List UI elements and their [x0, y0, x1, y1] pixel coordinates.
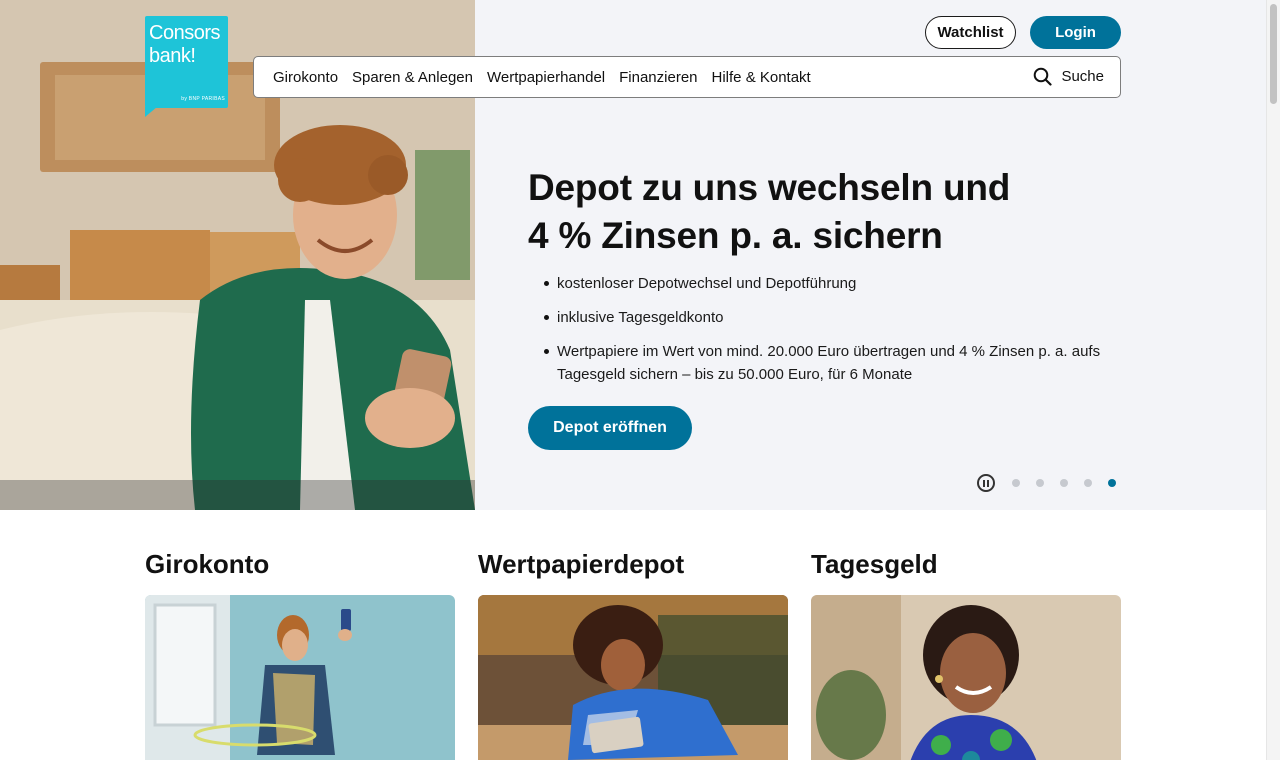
carousel-dot[interactable] — [1084, 479, 1092, 487]
carousel-dot[interactable] — [1036, 479, 1044, 487]
card-photo[interactable] — [811, 595, 1121, 760]
brand-logo[interactable]: Consors bank! by BNP PARIBAS — [145, 16, 228, 117]
hero-title-line-1: Depot zu uns wechseln und — [528, 167, 1011, 208]
nav-item-wertpapierhandel[interactable]: Wertpapierhandel — [487, 69, 605, 86]
search-icon — [1034, 67, 1053, 86]
card-illustration — [478, 595, 788, 760]
search-button[interactable]: Suche — [1033, 67, 1104, 86]
nav-item-finanzieren[interactable]: Finanzieren — [619, 69, 697, 86]
logo-line-1: Consors — [149, 22, 220, 44]
carousel-dot[interactable] — [1060, 479, 1068, 487]
logo-tagline: by BNP PARIBAS — [181, 96, 225, 102]
login-button[interactable]: Login — [1030, 16, 1121, 49]
nav-item-girokonto[interactable]: Girokonto — [273, 69, 338, 86]
carousel-controls — [977, 474, 1124, 492]
search-label: Suche — [1061, 68, 1104, 85]
main-navigation: Girokonto Sparen & Anlegen Wertpapierhan… — [253, 56, 1121, 98]
card-title: Wertpapierdepot — [478, 549, 685, 579]
card-title: Tagesgeld — [811, 549, 938, 579]
hero-benefits-list: kostenloser Depotwechsel und Depotführun… — [541, 272, 1111, 397]
card-photo[interactable] — [145, 595, 455, 760]
scrollbar-thumb[interactable] — [1270, 4, 1277, 104]
logo-line-2: bank! — [149, 45, 196, 67]
product-card-tagesgeld: Tagesgeld — [811, 548, 1121, 760]
hero-benefit: inklusive Tagesgeldkonto — [541, 306, 1111, 329]
product-card-girokonto: Girokonto — [145, 548, 455, 760]
hero-title: Depot zu uns wechseln und 4 % Zinsen p. … — [528, 164, 1088, 260]
product-card-wertpapierdepot: Wertpapierdepot — [478, 548, 788, 760]
page-scrollbar[interactable] — [1266, 0, 1280, 760]
carousel-dot-active[interactable] — [1108, 479, 1116, 487]
nav-item-sparen-anlegen[interactable]: Sparen & Anlegen — [352, 69, 473, 86]
card-title: Girokonto — [145, 549, 270, 579]
open-depot-button[interactable]: Depot eröffnen — [528, 406, 692, 450]
card-illustration — [811, 595, 1121, 760]
hero-banner: Consors bank! by BNP PARIBAS Watchlist L… — [0, 0, 1266, 510]
pause-icon[interactable] — [977, 474, 995, 492]
hero-benefit: kostenloser Depotwechsel und Depotführun… — [541, 272, 1111, 295]
hero-benefit: Wertpapiere im Wert von mind. 20.000 Eur… — [541, 340, 1111, 386]
carousel-dot[interactable] — [1012, 479, 1020, 487]
hero-title-line-2: 4 % Zinsen p. a. sichern — [528, 215, 943, 256]
card-illustration — [145, 595, 455, 760]
watchlist-button[interactable]: Watchlist — [925, 16, 1016, 49]
card-photo[interactable] — [478, 595, 788, 760]
nav-item-hilfe-kontakt[interactable]: Hilfe & Kontakt — [712, 69, 811, 86]
